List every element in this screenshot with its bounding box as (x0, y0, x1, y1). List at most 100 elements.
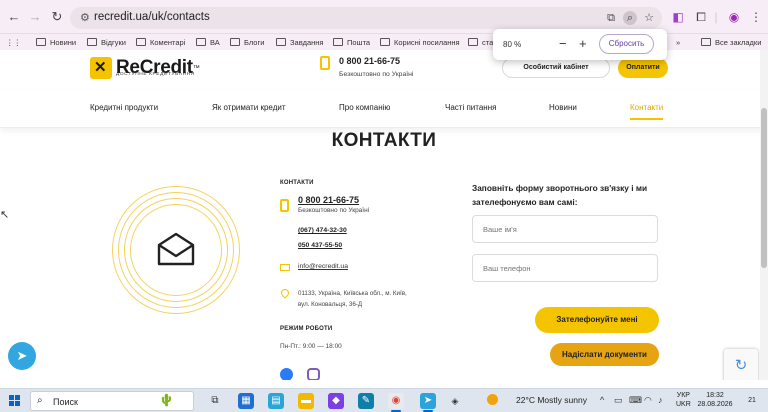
language-line-2: UKR (676, 401, 691, 408)
store-icon[interactable]: ▦ (238, 393, 254, 409)
send-documents-button[interactable]: Надіслати документи (550, 343, 659, 366)
viber-icon[interactable] (307, 368, 320, 380)
personal-cabinet-button[interactable]: Особистий кабінет (502, 58, 610, 78)
zoom-out-button[interactable]: − (559, 36, 567, 51)
menu-item-faq[interactable]: Часті питання (445, 103, 496, 112)
messenger-icon[interactable] (280, 368, 293, 380)
menu-dots-icon[interactable]: ⋮ (748, 9, 764, 25)
file-explorer-icon[interactable]: ▬ (298, 393, 314, 409)
extension-color-icon[interactable]: ◧ (670, 9, 686, 25)
address-line-2: вул. Коновальця, 36-Д (298, 301, 363, 308)
header-phone[interactable]: 0 800 21-66-75 (339, 56, 400, 66)
telegram-icon[interactable]: ➤ (8, 342, 36, 370)
contact-phone-2[interactable]: (067) 474-32-30 (298, 227, 347, 234)
pay-button[interactable]: Оплатити (618, 58, 668, 78)
location-pin-icon (279, 287, 291, 299)
bookmark-folder[interactable]: Корисні посилання (380, 36, 460, 48)
volume-icon[interactable]: ♪ (658, 395, 663, 405)
envelope-illustration (112, 186, 240, 314)
calculator-icon[interactable]: ▤ (268, 393, 284, 409)
folder-icon (36, 38, 46, 46)
page-title: КОНТАКТИ (331, 130, 437, 151)
folder-icon (701, 38, 711, 46)
mouse-cursor-icon: ↖ (0, 209, 10, 221)
work-mode-label: РЕЖИМ РОБОТИ (280, 326, 333, 332)
contact-address: 01133, Україна, Київська обл., м. Київ, … (298, 288, 438, 310)
language-indicator[interactable]: УКР UKR (676, 391, 691, 409)
folder-icon (196, 38, 206, 46)
logo-tagline: ДОСТУПНЕ КРЕДИТУВАННЯ (116, 72, 195, 77)
search-highlight-icon: 🌵 (159, 393, 174, 407)
contact-email[interactable]: info@recredit.ua (298, 263, 348, 270)
menu-item-credit-products[interactable]: Кредитні продукти (90, 103, 158, 112)
zoom-icon[interactable]: ⌕ (623, 11, 637, 25)
contact-main-phone[interactable]: 0 800 21-66-75 (298, 195, 359, 205)
menu-item-news[interactable]: Новини (549, 103, 577, 112)
tray-chevron-icon[interactable]: ^ (600, 395, 604, 405)
translate-icon[interactable]: ⧉ (604, 11, 618, 25)
main-menu: Кредитні продукти Як отримати кредит Про… (0, 90, 768, 128)
url-text[interactable]: recredit.ua/uk/contacts (94, 11, 210, 23)
zoom-reset-button[interactable]: Сбросить (599, 34, 654, 54)
menu-item-how-to-get-credit[interactable]: Як отримати кредит (212, 103, 286, 112)
work-hours: Пн-Пт.: 9:00 — 18:00 (280, 343, 342, 350)
wifi-icon[interactable]: ◠ (644, 395, 652, 406)
all-bookmarks-folder[interactable]: Все закладки (701, 36, 761, 48)
phone-input[interactable] (472, 254, 658, 282)
page-scrollbar[interactable] (760, 50, 768, 380)
network-icon[interactable]: ▭ (614, 395, 623, 406)
profile-avatar-icon[interactable]: ◉ (726, 9, 742, 25)
web-page: ReCredit ™ ДОСТУПНЕ КРЕДИТУВАННЯ 0 800 2… (0, 50, 768, 380)
chrome-icon[interactable]: ◉ (388, 393, 404, 409)
app-purple-icon[interactable]: ◆ (328, 393, 344, 409)
reload-icon[interactable]: ↻ (49, 9, 65, 25)
back-arrow-icon[interactable]: ← (6, 9, 22, 25)
clock-time: 18:32 (706, 392, 724, 399)
clock-date: 28.08.2026 (697, 401, 733, 408)
menu-item-about[interactable]: Про компанію (339, 103, 390, 112)
form-title: Заповніть форму зворотнього зв'язку і ми… (472, 183, 648, 207)
telegram-taskbar-icon[interactable]: ➤ (420, 393, 436, 409)
bookmark-folder[interactable]: Пошта (333, 36, 370, 48)
task-view-icon[interactable]: ⧉ (207, 393, 223, 409)
windows-start-icon[interactable] (9, 395, 21, 407)
phone-icon (320, 56, 330, 70)
windows-taskbar: ⌕ Поиск 🌵 ⧉ ▦ ▤ ▬ ◆ ✎ ◉ ➤ ◈ 22°C Mostly … (0, 388, 768, 412)
bookmark-folder[interactable]: Новини (36, 36, 76, 48)
keyboard-icon[interactable]: ⌨ (629, 395, 642, 406)
address-line-1: 01133, Україна, Київська обл., м. Київ, (298, 290, 407, 297)
phone-icon (280, 199, 289, 212)
name-input[interactable] (472, 215, 658, 243)
envelope-icon (157, 232, 195, 266)
folder-icon (136, 38, 146, 46)
chevron-more-icon[interactable]: » (676, 36, 680, 48)
recaptcha-icon[interactable]: ↻ (724, 349, 758, 380)
site-info-icon[interactable]: ⚙ (80, 11, 90, 24)
logo-trademark: ™ (192, 64, 200, 72)
notification-badge[interactable]: 21 (745, 394, 759, 408)
zoom-in-button[interactable]: + (579, 36, 587, 51)
address-bar[interactable]: ⚙ recredit.ua/uk/contacts ⧉ ⌕ ☆ (70, 7, 662, 29)
bookmark-folder[interactable]: Блоги (230, 36, 264, 48)
bookmark-folder[interactable]: Коментарі (136, 36, 185, 48)
weather-text[interactable]: 22°C Mostly sunny (516, 395, 587, 405)
clock[interactable]: 18:32 28.08.2026 (696, 391, 734, 409)
bookmark-folder[interactable]: ста (468, 36, 493, 48)
menu-item-contacts[interactable]: Контакти (630, 103, 664, 120)
star-bookmark-icon[interactable]: ☆ (642, 11, 656, 25)
notes-icon[interactable]: ✎ (358, 393, 374, 409)
bookmark-folder[interactable]: ВА (196, 36, 220, 48)
app-icon[interactable]: ◈ (447, 393, 463, 409)
scrollbar-thumb[interactable] (761, 108, 767, 268)
folder-icon (230, 38, 240, 46)
bookmark-folder[interactable]: Відгуки (87, 36, 126, 48)
forward-arrow-icon[interactable]: → (27, 9, 43, 25)
extensions-puzzle-icon[interactable]: ⧠ (693, 9, 709, 25)
contact-phone-3[interactable]: 050 437-55-50 (298, 242, 342, 249)
zoom-value: 80 % (503, 40, 522, 49)
apps-grid-icon[interactable]: ⋮⋮ (6, 36, 21, 48)
bookmark-folder[interactable]: Завдання (276, 36, 324, 48)
folder-icon (380, 38, 390, 46)
call-me-button[interactable]: Зателефонуйте мені (535, 307, 659, 333)
taskbar-search[interactable]: ⌕ Поиск 🌵 (30, 391, 194, 411)
